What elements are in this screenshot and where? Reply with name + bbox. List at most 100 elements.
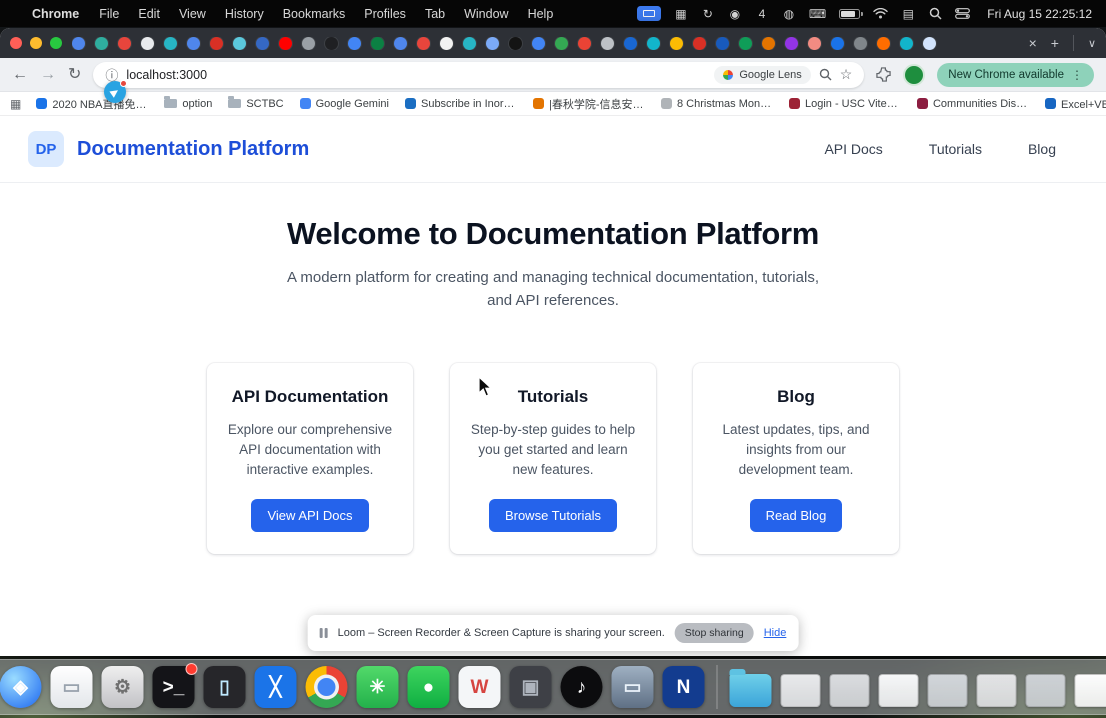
- update-chrome-button[interactable]: New Chrome available ⋮: [937, 62, 1094, 87]
- browser-tab-26[interactable]: [647, 36, 660, 50]
- browser-tab-2[interactable]: [95, 36, 108, 50]
- browser-tab-4[interactable]: [141, 36, 154, 50]
- browser-tab-6[interactable]: [187, 36, 200, 50]
- browser-tab-13[interactable]: [348, 36, 361, 50]
- browser-tab-32[interactable]: [785, 36, 798, 50]
- browser-tab-20[interactable]: [509, 36, 522, 50]
- extensions-icon[interactable]: [876, 67, 891, 82]
- dock-display-app[interactable]: ▭: [611, 666, 654, 708]
- browser-tab-33[interactable]: [808, 36, 821, 50]
- nav-tutorials-link[interactable]: Tutorials: [929, 141, 982, 157]
- browser-tab-10[interactable]: [279, 36, 292, 50]
- google-lens-button[interactable]: Google Lens: [714, 65, 811, 84]
- menu-view[interactable]: View: [179, 7, 206, 21]
- menu-list-icon[interactable]: ▤: [901, 6, 915, 22]
- browser-tab-35[interactable]: [854, 36, 867, 50]
- menu-file[interactable]: File: [99, 7, 119, 21]
- close-window-button[interactable]: [10, 37, 22, 49]
- nav-blog-link[interactable]: Blog: [1028, 141, 1056, 157]
- apps-grid-icon[interactable]: ▦: [10, 97, 21, 111]
- dock-minimized-window[interactable]: [829, 674, 870, 707]
- reload-icon[interactable]: ↻: [68, 66, 81, 83]
- read-blog-button[interactable]: Read Blog: [749, 498, 843, 532]
- browser-tab-11[interactable]: [302, 36, 315, 50]
- bookmark-item[interactable]: Communities Disc...: [910, 96, 1036, 112]
- url-text[interactable]: localhost:3000: [126, 68, 706, 82]
- dock-wechat[interactable]: ●: [407, 666, 450, 708]
- dock-chrome[interactable]: [305, 666, 348, 708]
- browser-tab-14[interactable]: [371, 36, 384, 50]
- minimize-window-button[interactable]: [30, 37, 42, 49]
- bookmark-item[interactable]: 8 Christmas Mons...: [654, 96, 780, 112]
- control-center-icon[interactable]: [955, 6, 971, 22]
- browser-tab-25[interactable]: [624, 36, 637, 50]
- fullscreen-window-button[interactable]: [50, 37, 62, 49]
- bookmark-item[interactable]: Excel+VBA制作小...: [1038, 94, 1106, 114]
- menu-profiles[interactable]: Profiles: [364, 7, 406, 21]
- browser-tab-8[interactable]: [233, 36, 246, 50]
- keyboard-input-icon[interactable]: ⌨: [809, 6, 826, 22]
- dock-iphone-mirroring[interactable]: ▯: [203, 666, 246, 708]
- dock-word[interactable]: W: [458, 666, 501, 708]
- bookmark-item[interactable]: 2020 NBA直播免費...: [29, 94, 155, 114]
- menu-help[interactable]: Help: [528, 7, 554, 21]
- address-bar[interactable]: ⓘ localhost:3000 Google Lens ☆: [93, 61, 865, 88]
- browser-tab-34[interactable]: [831, 36, 844, 50]
- dock-terminal[interactable]: >_: [152, 663, 198, 708]
- menu-window[interactable]: Window: [464, 7, 508, 21]
- dock-green-app[interactable]: ✳: [356, 666, 399, 708]
- sync-icon[interactable]: ↻: [701, 6, 715, 22]
- bookmark-item[interactable]: |春秋学院-信息安全...: [526, 94, 652, 114]
- tab-search-chevron-icon[interactable]: ∨: [1088, 37, 1096, 50]
- browser-tab-18[interactable]: [463, 36, 476, 50]
- telegram-badge[interactable]: ▶: [104, 80, 127, 103]
- browser-tab-24[interactable]: [601, 36, 614, 50]
- browser-tab-36[interactable]: [877, 36, 890, 50]
- dock-files[interactable]: ▭: [50, 666, 93, 708]
- bookmark-item[interactable]: Subscribe in Inore...: [398, 96, 524, 112]
- browser-tab-7[interactable]: [210, 36, 223, 50]
- dock-blue-n-app[interactable]: N: [662, 666, 705, 708]
- dock-minimized-window[interactable]: [927, 674, 968, 707]
- hide-link[interactable]: Hide: [764, 627, 787, 639]
- browser-tab-37[interactable]: [900, 36, 913, 50]
- dock-settings[interactable]: ⚙: [101, 666, 144, 708]
- profile-avatar[interactable]: [903, 63, 926, 86]
- dock-music[interactable]: ♪: [560, 666, 603, 708]
- view-api-docs-button[interactable]: View API Docs: [251, 498, 369, 532]
- browser-tab-23[interactable]: [578, 36, 591, 50]
- spotlight-search-icon[interactable]: [928, 6, 942, 22]
- wifi-icon[interactable]: [873, 6, 888, 22]
- bookmark-star-icon[interactable]: ☆: [840, 66, 853, 83]
- browser-tab-27[interactable]: [670, 36, 683, 50]
- browser-tab-12[interactable]: [325, 36, 338, 50]
- dock-minimized-window[interactable]: [1025, 674, 1066, 707]
- window-grid-icon[interactable]: ▦: [674, 6, 688, 22]
- forward-icon[interactable]: →: [40, 66, 56, 83]
- menu-edit[interactable]: Edit: [138, 7, 160, 21]
- zoom-icon[interactable]: [819, 68, 832, 81]
- browser-tab-5[interactable]: [164, 36, 177, 50]
- browser-tab-15[interactable]: [394, 36, 407, 50]
- dock-minimized-window[interactable]: [780, 674, 821, 707]
- battery-icon[interactable]: [839, 6, 864, 22]
- dock-minimized-window[interactable]: [976, 674, 1017, 707]
- back-icon[interactable]: ←: [12, 66, 28, 83]
- dropbox-icon[interactable]: ◉: [728, 6, 742, 22]
- site-logo[interactable]: DP: [28, 131, 64, 167]
- browse-tutorials-button[interactable]: Browse Tutorials: [488, 498, 618, 532]
- bookmark-item[interactable]: Google Gemini: [293, 96, 396, 112]
- browser-tab-19[interactable]: [486, 36, 499, 50]
- browser-tab-28[interactable]: [693, 36, 706, 50]
- browser-tab-3[interactable]: [118, 36, 131, 50]
- mouse-battery-count-icon[interactable]: 4: [755, 6, 769, 22]
- browser-tab-22[interactable]: [555, 36, 568, 50]
- bookmark-item[interactable]: Login - USC Viterb...: [782, 96, 908, 112]
- dock-minimized-window[interactable]: [1074, 674, 1106, 707]
- stop-sharing-button[interactable]: Stop sharing: [674, 623, 754, 643]
- menu-history[interactable]: History: [225, 7, 264, 21]
- bookmark-item[interactable]: SCTBC: [221, 96, 290, 112]
- globe-icon[interactable]: ◍: [782, 6, 796, 22]
- new-tab-icon[interactable]: +: [1051, 35, 1059, 51]
- browser-tab-1[interactable]: [72, 36, 85, 50]
